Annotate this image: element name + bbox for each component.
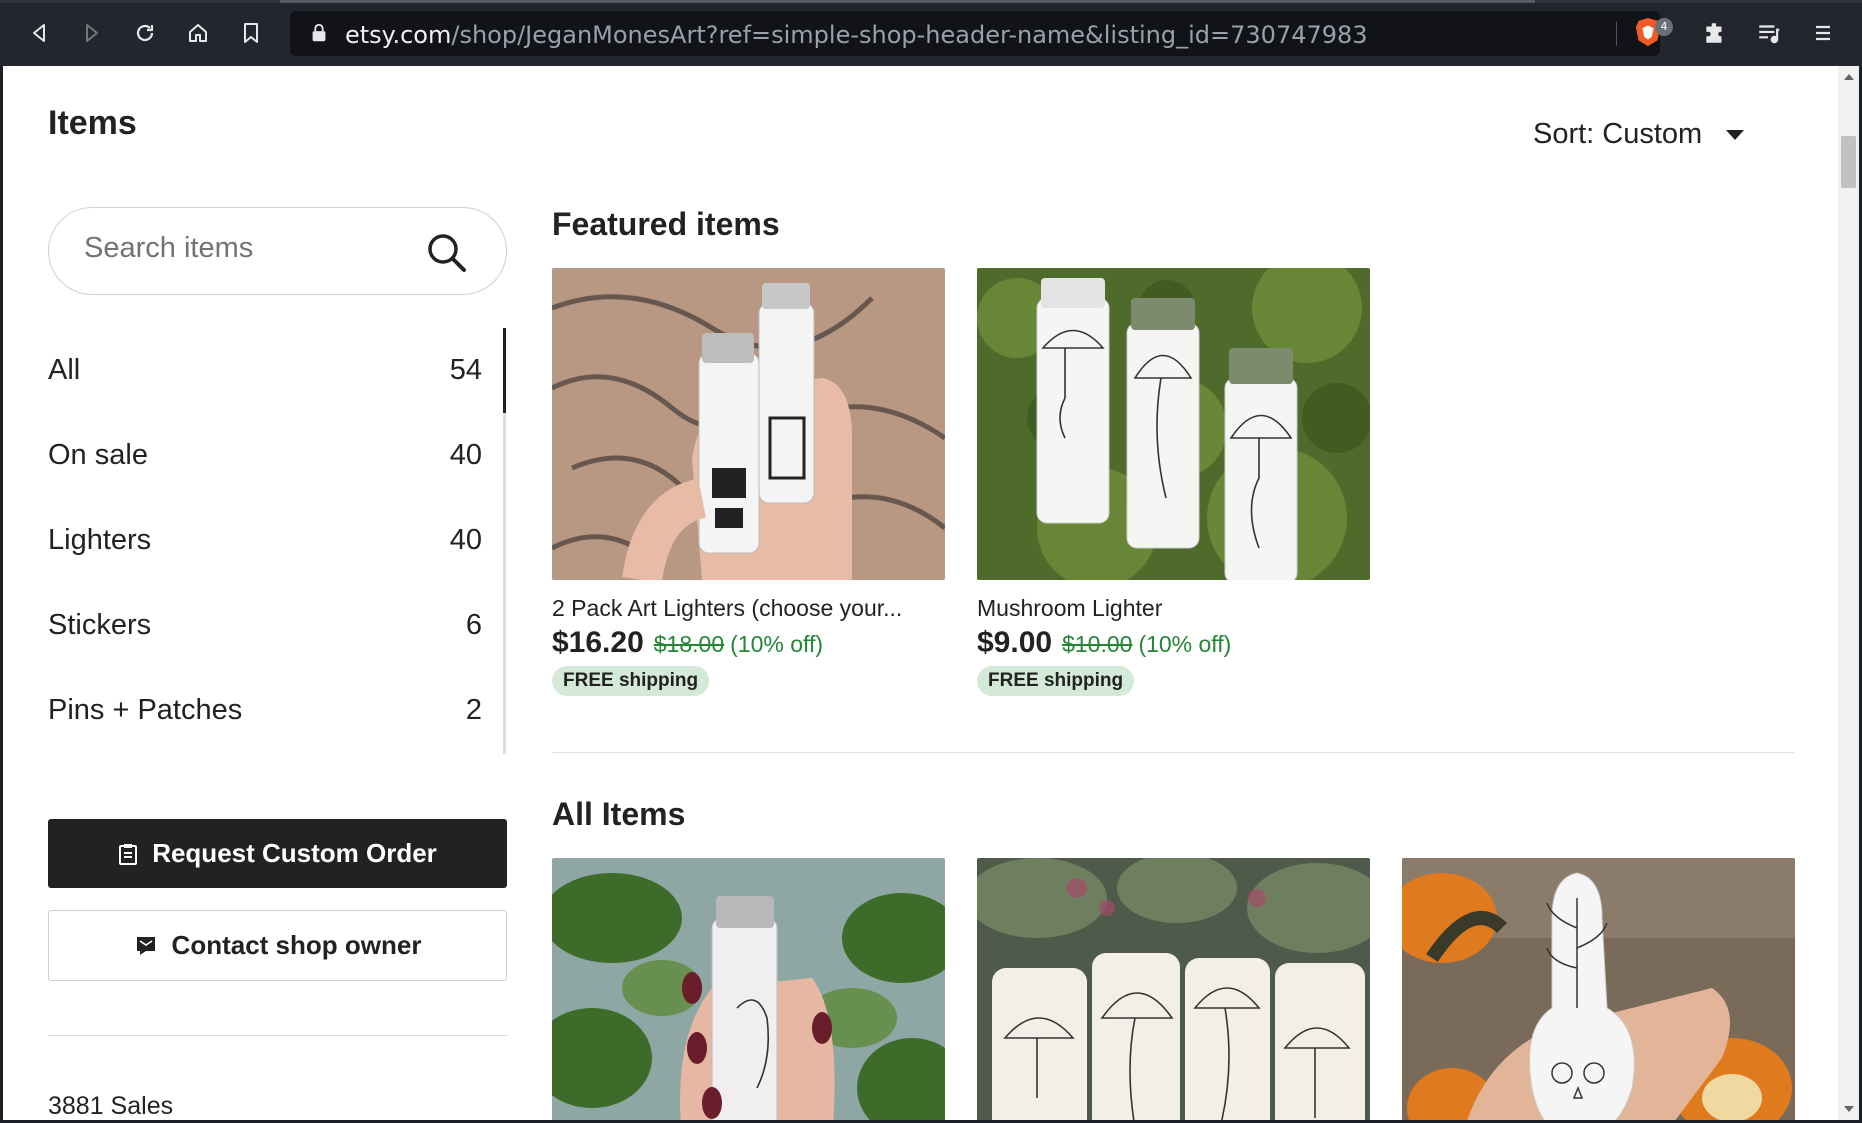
category-pins-patches[interactable]: Pins + Patches 2	[48, 668, 510, 753]
scroll-down-icon[interactable]	[1844, 1106, 1854, 1112]
listing-original-price: $18.00	[653, 631, 725, 657]
sort-dropdown[interactable]: Sort: Custom	[1533, 118, 1745, 151]
clipboard-icon	[119, 843, 138, 865]
category-stickers[interactable]: Stickers 6	[48, 583, 510, 668]
forward-icon[interactable]	[75, 16, 109, 50]
category-count: 54	[449, 354, 482, 386]
playlist-icon[interactable]	[1752, 16, 1786, 50]
extensions-icon[interactable]	[1698, 16, 1732, 50]
listing-image-lighter-hand[interactable]	[552, 858, 945, 1120]
browser-toolbar: etsy.com/shop/JeganMonesArt?ref=simple-s…	[0, 0, 1862, 66]
category-count: 2	[465, 694, 482, 726]
request-custom-order-label: Request Custom Order	[152, 838, 437, 868]
url-text: etsy.com/shop/JeganMonesArt?ref=simple-s…	[345, 21, 1368, 49]
category-selection-rail	[503, 328, 506, 754]
listing-title[interactable]: 2 Pack Art Lighters (choose your...	[552, 595, 945, 622]
listing-image-art-lighters[interactable]	[552, 268, 945, 580]
lock-icon[interactable]	[308, 22, 330, 44]
tab-strip	[0, 0, 1862, 3]
featured-items-heading: Featured items	[552, 206, 780, 242]
chevron-down-icon	[1726, 129, 1745, 140]
sort-label: Sort: Custom	[1533, 118, 1703, 150]
category-label: On sale	[48, 439, 148, 471]
search-input[interactable]: Search items	[48, 207, 507, 295]
category-lighters[interactable]: Lighters 40	[48, 498, 510, 583]
search-icon[interactable]	[426, 232, 468, 274]
category-label: Pins + Patches	[48, 694, 243, 726]
category-on-sale[interactable]: On sale 40	[48, 413, 510, 498]
sales-count: 3881 Sales	[48, 1092, 174, 1120]
back-icon[interactable]	[22, 16, 56, 50]
shields-count-badge: 4	[1655, 18, 1673, 36]
all-items-heading: All Items	[552, 796, 686, 832]
request-custom-order-button[interactable]: Request Custom Order	[48, 819, 507, 888]
bookmark-icon[interactable]	[234, 16, 268, 50]
message-icon	[136, 936, 155, 955]
listing-image-mushroom-lighter[interactable]	[977, 268, 1370, 580]
active-tab[interactable]	[280, 0, 1535, 3]
listing-image-sticker[interactable]	[1402, 858, 1795, 1120]
category-list: All 54 On sale 40 Lighters 40 Stickers 6 Pin…	[48, 328, 510, 753]
contact-shop-owner-label: Contact shop owner	[171, 930, 422, 960]
listing-title[interactable]: Mushroom Lighter	[977, 595, 1370, 622]
contact-shop-owner-button[interactable]: Contact shop owner	[48, 910, 507, 981]
address-bar[interactable]: etsy.com/shop/JeganMonesArt?ref=simple-s…	[290, 11, 1660, 56]
listing-price: $9.00	[977, 626, 1053, 659]
category-label: Stickers	[48, 609, 152, 641]
free-shipping-badge: FREE shipping	[552, 666, 710, 696]
category-selected-indicator	[503, 328, 506, 413]
category-count: 40	[449, 524, 482, 556]
category-count: 6	[465, 609, 482, 641]
sidebar-divider	[48, 1035, 507, 1036]
scroll-up-icon[interactable]	[1844, 74, 1854, 80]
listing-image-candles[interactable]	[977, 858, 1370, 1120]
category-count: 40	[449, 439, 482, 471]
category-all[interactable]: All 54	[48, 328, 510, 413]
listing-discount: (10% off)	[730, 631, 824, 657]
search-placeholder: Search items	[84, 232, 254, 264]
items-heading: Items	[48, 104, 137, 142]
home-icon[interactable]	[181, 16, 215, 50]
page-content: Items Sort: Custom Search items All 54 On…	[3, 66, 1841, 1120]
brave-shields-icon[interactable]: 4	[1633, 16, 1673, 50]
listing-price-row: $9.00 $10.00 (10% off)	[977, 626, 1370, 660]
listing-original-price: $10.00	[1062, 631, 1133, 657]
category-label: Lighters	[48, 524, 152, 556]
menu-icon[interactable]	[1806, 16, 1840, 50]
scrollbar-thumb[interactable]	[1841, 136, 1856, 188]
section-divider	[552, 752, 1794, 753]
listing-discount: (10% off)	[1138, 631, 1232, 657]
free-shipping-badge: FREE shipping	[977, 666, 1135, 696]
category-label: All	[48, 354, 81, 386]
toolbar-divider	[1616, 22, 1617, 46]
reload-icon[interactable]	[128, 16, 162, 50]
listing-card[interactable]: Mushroom Lighter $9.00 $10.00 (10% off) …	[977, 268, 1370, 696]
page-scrollbar[interactable]	[1838, 66, 1859, 1120]
listing-price-row: $16.20 $18.00 (10% off)	[552, 626, 945, 660]
listing-price: $16.20	[552, 626, 644, 659]
listing-card[interactable]: 2 Pack Art Lighters (choose your... $16.…	[552, 268, 945, 696]
